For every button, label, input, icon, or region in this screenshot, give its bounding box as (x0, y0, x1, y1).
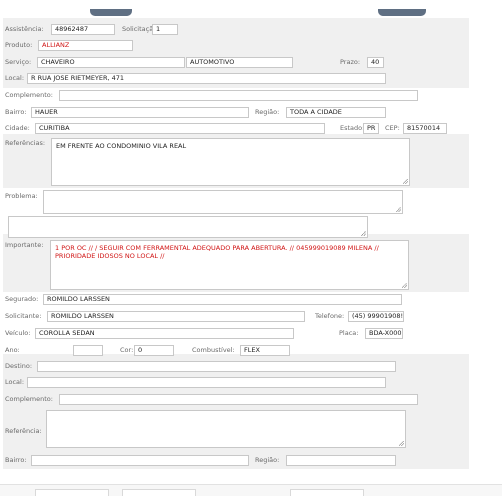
destino-field[interactable] (37, 361, 396, 372)
problema-label: Problema: (5, 192, 38, 200)
destino-complemento-label: Complemento: (5, 395, 53, 403)
solicitacao-field[interactable]: 1 (152, 24, 178, 35)
referencias-text: EM FRENTE AO CONDOMINIO VILA REAL (56, 142, 187, 150)
destino-bairro-label: Bairro: (5, 456, 27, 464)
solicitante-field[interactable]: ROMILDO LARSSEN (47, 311, 305, 322)
cidade-label: Cidade: (5, 124, 30, 132)
ano-field[interactable] (73, 345, 103, 356)
resize-grip-icon[interactable] (402, 283, 407, 288)
estado-label: Estado: (340, 124, 365, 132)
ano-label: Ano: (5, 346, 20, 354)
cor-field[interactable]: 0 (134, 345, 174, 356)
combustivel-label: Combustível: (192, 346, 235, 354)
complemento-label: Complemento: (5, 91, 53, 99)
destino-local-field[interactable] (27, 377, 386, 388)
regiao-field[interactable]: TODA A CIDADE (286, 107, 386, 118)
assistencia-field[interactable]: 48962487 (51, 24, 115, 35)
destino-label: Destino: (5, 362, 33, 370)
assistencia-label: Assistência: (5, 25, 44, 33)
destino-local-label: Local: (5, 378, 25, 386)
destino-bairro-field[interactable] (31, 455, 249, 466)
local-label: Local: (5, 74, 25, 82)
top-tab-left[interactable] (90, 9, 132, 16)
top-tab-right[interactable] (378, 9, 426, 16)
destino-complemento-field[interactable] (59, 394, 418, 405)
placa-field[interactable]: BDA-X000 (365, 328, 403, 339)
destino-regiao-label: Região: (255, 456, 280, 464)
bairro-field[interactable]: HAUER (31, 107, 249, 118)
veiculo-label: Veículo: (5, 329, 31, 337)
segurado-label: Segurado: (5, 295, 39, 303)
importante-label: Importante: (5, 241, 44, 249)
bairro-label: Bairro: (5, 108, 27, 116)
destino-referencia-label: Referência: (5, 427, 42, 435)
produto-field[interactable]: ALLIANZ (38, 40, 133, 51)
importante-textarea[interactable]: 1 POR OC // / SEGUIR COM FERRAMENTAL ADE… (50, 240, 409, 290)
regiao-label: Região: (255, 108, 280, 116)
problema-textarea[interactable] (43, 190, 403, 214)
referencias-label: Referências: (5, 139, 46, 147)
local-field[interactable]: R RUA JOSE RIETMEYER, 471 (27, 73, 386, 84)
telefone-label: Telefone: (315, 312, 345, 320)
cor-label: Cor: (120, 346, 134, 354)
veiculo-field[interactable]: COROLLA SEDAN (35, 328, 294, 339)
extra-textarea[interactable] (8, 216, 368, 238)
combustivel-field[interactable]: FLEX (240, 345, 290, 356)
resize-grip-icon[interactable] (403, 179, 408, 184)
cep-label: CEP: (385, 124, 400, 132)
cidade-field[interactable]: CURITIBA (35, 123, 325, 134)
prazo-field[interactable]: 40 (367, 57, 384, 68)
estado-field[interactable]: PR (363, 123, 379, 134)
telefone-field[interactable]: (45) 99901908! (348, 311, 404, 322)
resize-grip-icon[interactable] (399, 441, 404, 446)
resize-grip-icon[interactable] (361, 231, 366, 236)
placa-label: Placa: (339, 329, 359, 337)
servico-field[interactable]: CHAVEIRO (37, 57, 185, 68)
complemento-field[interactable] (59, 90, 418, 101)
solicitante-label: Solicitante: (5, 312, 42, 320)
importante-text: 1 POR OC // / SEGUIR COM FERRAMENTAL ADE… (55, 244, 379, 260)
referencias-textarea[interactable]: EM FRENTE AO CONDOMINIO VILA REAL (51, 138, 410, 186)
servico-label: Serviço: (5, 58, 32, 66)
segurado-field[interactable]: ROMILDO LARSSEN (43, 294, 402, 305)
prazo-label: Prazo: (340, 58, 361, 66)
destino-referencia-textarea[interactable] (46, 410, 406, 448)
servico-tipo-field[interactable]: AUTOMOTIVO (186, 57, 293, 68)
produto-label: Produto: (5, 41, 33, 49)
destino-regiao-field[interactable] (286, 455, 396, 466)
resize-grip-icon[interactable] (396, 207, 401, 212)
cep-field[interactable]: 81570014 (403, 123, 447, 134)
